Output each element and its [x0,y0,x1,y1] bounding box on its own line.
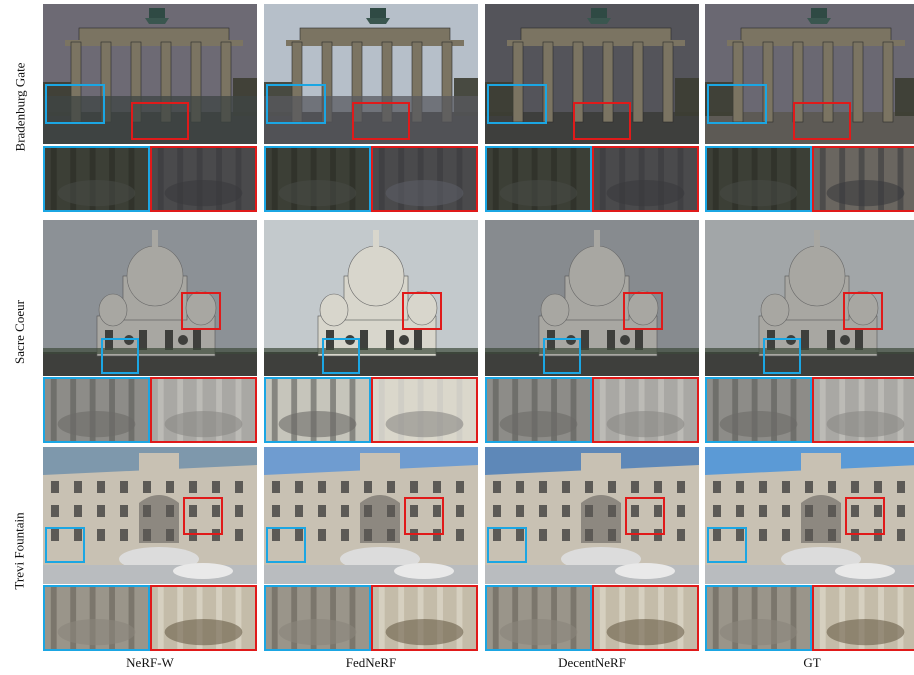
red-highlight-box [131,102,189,140]
cell-bradenburg-gate-nerf-w [43,4,257,212]
row-label-bradenburg-gate: Bradenburg Gate [12,62,27,152]
row-label-trevi-fountain: Trevi Fountain [12,512,28,590]
cell-bradenburg-gate-gt [705,4,914,212]
blue-highlight-box [45,527,85,563]
blue-zoom-crop [43,377,150,443]
blue-zoom-crop [43,146,150,212]
red-highlight-box [402,292,442,330]
blue-zoom-crop [485,377,592,443]
cell-sacre-coeur-fednerf [264,220,478,443]
red-highlight-box [623,292,663,330]
blue-highlight-box [707,527,747,563]
column-label-nerf-w: NeRF-W [126,655,174,670]
blue-zoom-crop [264,585,371,651]
cell-bradenburg-gate-decentnerf [485,4,699,212]
cell-bradenburg-gate-fednerf [264,4,478,212]
red-zoom-crop [150,146,257,212]
red-highlight-box [181,292,221,330]
blue-zoom-crop [485,146,592,212]
cell-sacre-coeur-decentnerf [485,220,699,443]
red-highlight-box [625,497,665,535]
blue-highlight-box [101,338,139,374]
blue-highlight-box [322,338,360,374]
cell-trevi-fountain-fednerf [264,447,478,651]
row-label-sacre-coeur: Sacre Coeur [12,300,28,364]
red-zoom-crop [592,585,699,651]
red-highlight-box [845,497,885,535]
blue-highlight-box [266,84,326,124]
column-label-gt: GT [803,655,821,670]
blue-zoom-crop [705,146,812,212]
blue-zoom-crop [485,585,592,651]
cell-sacre-coeur-nerf-w [43,220,257,443]
red-highlight-box [843,292,883,330]
column-label-fednerf: FedNeRF [345,655,397,670]
red-zoom-crop [150,377,257,443]
cell-trevi-fountain-decentnerf [485,447,699,651]
red-zoom-crop [592,377,699,443]
red-zoom-crop [592,146,699,212]
blue-highlight-box [487,527,527,563]
red-zoom-crop [371,585,478,651]
red-zoom-crop [812,146,914,212]
red-zoom-crop [150,585,257,651]
blue-zoom-crop [43,585,150,651]
blue-zoom-crop [264,377,371,443]
blue-highlight-box [487,84,547,124]
rendered-image-trevi-fountain-nerf-w [43,447,257,584]
blue-zoom-crop [705,585,812,651]
red-highlight-box [183,497,223,535]
blue-highlight-box [45,84,105,124]
red-zoom-crop [371,377,478,443]
red-zoom-crop [812,585,914,651]
cell-trevi-fountain-gt [705,447,914,651]
blue-zoom-crop [264,146,371,212]
blue-highlight-box [266,527,306,563]
blue-highlight-box [707,84,767,124]
red-zoom-crop [371,146,478,212]
rendered-image-sacre-coeur-nerf-w [43,220,257,376]
red-highlight-box [404,497,444,535]
red-highlight-box [793,102,851,140]
rendered-image-trevi-fountain-fednerf [264,447,478,584]
blue-highlight-box [543,338,581,374]
rendered-image-sacre-coeur-fednerf [264,220,478,376]
cell-trevi-fountain-nerf-w [43,447,257,651]
blue-highlight-box [763,338,801,374]
red-zoom-crop [812,377,914,443]
rendered-image-trevi-fountain-decentnerf [485,447,699,584]
red-highlight-box [573,102,631,140]
column-label-decentnerf: DecentNeRF [558,655,626,670]
cell-sacre-coeur-gt [705,220,914,443]
rendered-image-sacre-coeur-decentnerf [485,220,699,376]
blue-zoom-crop [705,377,812,443]
red-highlight-box [352,102,410,140]
